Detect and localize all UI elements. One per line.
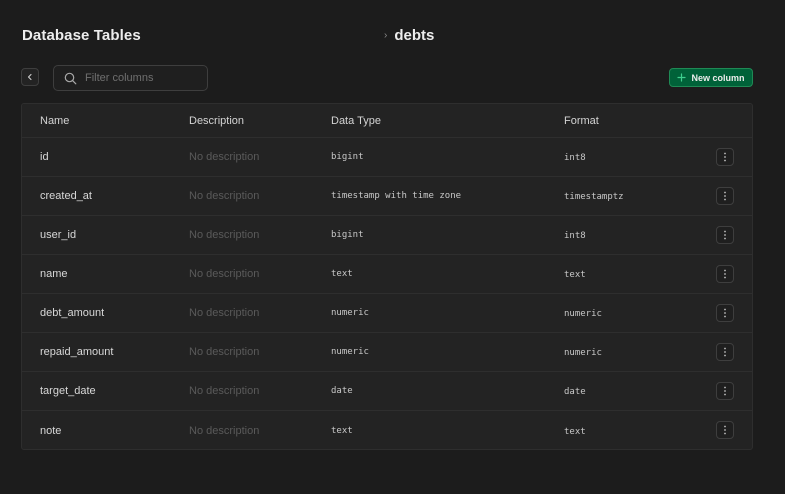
more-vertical-icon [724, 230, 726, 240]
table-row: debt_amount No description numeric numer… [22, 294, 752, 333]
column-data-type: text [331, 425, 353, 436]
chevron-left-icon [27, 73, 32, 81]
more-vertical-icon [724, 347, 726, 357]
column-name: created_at [40, 190, 92, 202]
column-format: numeric [564, 309, 602, 319]
row-menu-button[interactable] [716, 343, 734, 361]
row-menu-button[interactable] [716, 382, 734, 400]
column-format: text [564, 426, 586, 437]
column-name: target_date [40, 385, 96, 397]
row-menu-button[interactable] [716, 304, 734, 322]
column-data-type: bigint [331, 152, 364, 162]
row-menu-button[interactable] [716, 421, 734, 439]
column-name: user_id [40, 229, 77, 241]
table-row: note No description text text [22, 411, 752, 449]
new-column-button[interactable]: New column [669, 68, 753, 87]
new-column-label: New column [691, 72, 745, 83]
plus-icon [677, 73, 687, 82]
column-description: No description [189, 385, 260, 397]
column-data-type: bigint [331, 230, 364, 240]
column-name: note [40, 424, 62, 437]
column-format: int8 [564, 153, 586, 163]
table-name: debts [394, 27, 435, 44]
column-description: No description [189, 229, 260, 241]
search-icon [63, 71, 77, 85]
more-vertical-icon [724, 425, 726, 435]
more-vertical-icon [724, 269, 726, 279]
table-row: repaid_amount No description numeric num… [22, 333, 752, 372]
table-row: target_date No description date date [22, 372, 752, 411]
row-menu-button[interactable] [716, 265, 734, 283]
column-description: No description [189, 151, 260, 163]
breadcrumb-separator: › [384, 29, 388, 41]
column-format: date [564, 387, 586, 397]
column-format: text [564, 270, 586, 280]
header-description: Description [189, 114, 245, 127]
column-description: No description [189, 346, 260, 358]
table-row: user_id No description bigint int8 [22, 216, 752, 255]
table-row: created_at No description timestamp with… [22, 177, 752, 216]
header-format: Format [564, 114, 599, 127]
column-data-type: timestamp with time zone [331, 191, 462, 201]
column-name: name [40, 268, 68, 280]
breadcrumb: › debts [384, 27, 434, 44]
header-data-type: Data Type [331, 114, 381, 127]
column-description: No description [189, 307, 260, 319]
table-row: id No description bigint int8 [22, 138, 752, 177]
column-format: int8 [564, 231, 586, 241]
table-header-row: Name Description Data Type Format [22, 104, 752, 138]
row-menu-button[interactable] [716, 187, 734, 205]
page-title: Database Tables [22, 27, 141, 44]
columns-table: Name Description Data Type Format id No … [21, 103, 753, 450]
filter-columns-input[interactable] [85, 72, 200, 84]
column-data-type: numeric [331, 347, 369, 357]
row-menu-button[interactable] [716, 226, 734, 244]
more-vertical-icon [724, 191, 726, 201]
table-editor-page: Database Tables › debts New column Name … [0, 0, 785, 494]
column-description: No description [189, 268, 260, 280]
back-button[interactable] [21, 68, 39, 86]
more-vertical-icon [724, 308, 726, 318]
column-name: debt_amount [40, 307, 105, 319]
more-vertical-icon [724, 386, 726, 396]
column-name: repaid_amount [40, 346, 114, 358]
column-format: numeric [564, 348, 602, 358]
column-description: No description [189, 424, 260, 437]
filter-columns-field[interactable] [53, 65, 208, 91]
row-menu-button[interactable] [716, 148, 734, 166]
column-data-type: date [331, 386, 353, 396]
column-format: timestamptz [564, 192, 624, 202]
more-vertical-icon [724, 152, 726, 162]
table-row: name No description text text [22, 255, 752, 294]
column-data-type: numeric [331, 308, 369, 318]
column-data-type: text [331, 269, 353, 279]
header-name: Name [40, 114, 70, 127]
column-name: id [40, 151, 49, 163]
column-description: No description [189, 190, 260, 202]
